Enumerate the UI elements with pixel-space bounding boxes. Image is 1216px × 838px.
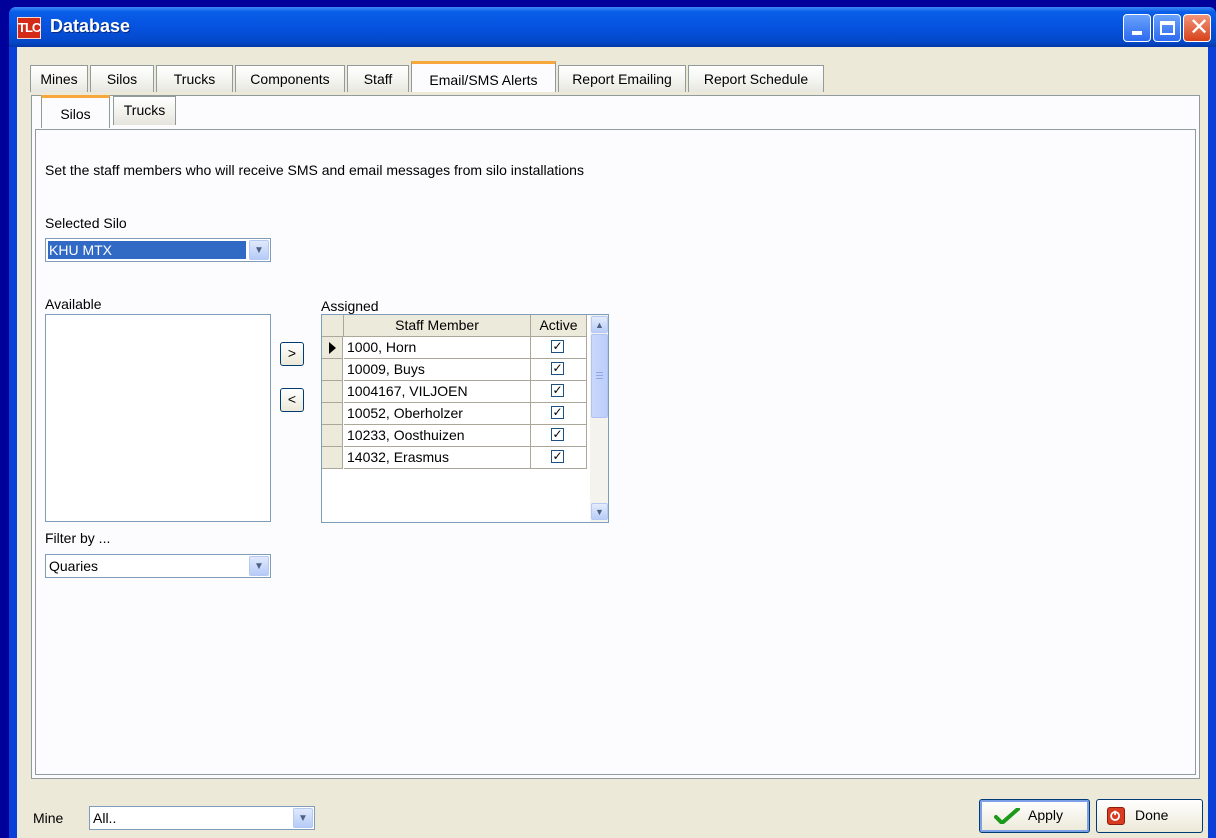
active-checkbox[interactable]: ✓ bbox=[551, 384, 564, 397]
filter-value: Quaries bbox=[49, 558, 99, 574]
tab-report-schedule[interactable]: Report Schedule bbox=[688, 65, 824, 92]
grip-line bbox=[596, 375, 603, 376]
active-checkbox[interactable]: ✓ bbox=[551, 406, 564, 419]
done-button[interactable]: Done bbox=[1096, 799, 1203, 833]
tab-silos[interactable]: Silos bbox=[90, 65, 154, 92]
filter-label: Filter by ... bbox=[45, 530, 111, 546]
app-logo-icon: TLC bbox=[17, 17, 41, 39]
active-checkbox[interactable]: ✓ bbox=[551, 340, 564, 353]
apply-button[interactable]: Apply bbox=[979, 799, 1090, 833]
staff-member-cell[interactable]: 1004167, VILJOEN bbox=[344, 381, 531, 403]
active-cell[interactable]: ✓ bbox=[531, 403, 587, 425]
title-bar[interactable]: TLC Database ✕ bbox=[9, 7, 1216, 47]
maximize-icon bbox=[1160, 21, 1175, 35]
close-button[interactable]: ✕ bbox=[1183, 14, 1211, 42]
subtab-trucks[interactable]: Trucks bbox=[113, 96, 176, 125]
apply-label: Apply bbox=[1028, 807, 1064, 823]
scroll-thumb[interactable] bbox=[591, 334, 608, 418]
chevron-down-icon[interactable]: ▼ bbox=[249, 240, 269, 260]
tab-report-emailing[interactable]: Report Emailing bbox=[558, 65, 686, 92]
mine-dropdown[interactable]: All.. ▼ bbox=[89, 806, 315, 830]
tab-mines[interactable]: Mines bbox=[30, 65, 88, 92]
minimize-button[interactable] bbox=[1123, 14, 1151, 42]
add-staff-button[interactable]: > bbox=[280, 342, 304, 366]
database-window: TLC Database ✕ Mines Silos Trucks Compon… bbox=[9, 7, 1216, 838]
row-header[interactable] bbox=[322, 359, 343, 381]
column-header-active[interactable]: Active bbox=[531, 315, 587, 337]
chevron-down-icon[interactable]: ▼ bbox=[293, 808, 313, 828]
staff-member-cell[interactable]: 10052, Oberholzer bbox=[344, 403, 531, 425]
minimize-icon bbox=[1132, 31, 1142, 35]
assigned-staff-grid[interactable]: Staff Member Active 1000, Horn ✓ 10009, … bbox=[321, 314, 609, 523]
scroll-down-icon[interactable]: ▼ bbox=[591, 503, 608, 520]
tab-email-sms-alerts[interactable]: Email/SMS Alerts bbox=[411, 61, 556, 92]
tab-staff[interactable]: Staff bbox=[347, 65, 409, 92]
row-header[interactable] bbox=[322, 447, 343, 469]
selected-silo-value: KHU MTX bbox=[47, 240, 247, 260]
active-checkbox[interactable]: ✓ bbox=[551, 362, 564, 375]
tab-trucks[interactable]: Trucks bbox=[156, 65, 233, 92]
description-text: Set the staff members who will receive S… bbox=[45, 162, 584, 178]
active-cell[interactable]: ✓ bbox=[531, 425, 587, 447]
staff-member-cell[interactable]: 1000, Horn bbox=[344, 337, 531, 359]
row-header[interactable] bbox=[322, 425, 343, 447]
grid-vertical-scrollbar[interactable]: ▲ ▼ bbox=[590, 315, 608, 522]
mine-label: Mine bbox=[33, 810, 64, 826]
filter-dropdown[interactable]: Quaries ▼ bbox=[45, 554, 271, 578]
checkmark-icon bbox=[994, 808, 1020, 824]
chevron-down-icon[interactable]: ▼ bbox=[249, 556, 269, 576]
available-staff-list[interactable] bbox=[45, 314, 271, 522]
done-label: Done bbox=[1135, 807, 1169, 823]
grid-corner-header bbox=[322, 315, 344, 337]
remove-staff-button[interactable]: < bbox=[280, 388, 304, 412]
staff-member-cell[interactable]: 10233, Oosthuizen bbox=[344, 425, 531, 447]
close-icon: ✕ bbox=[1189, 14, 1210, 41]
tab-components[interactable]: Components bbox=[235, 65, 345, 92]
done-icon bbox=[1107, 807, 1125, 825]
selected-silo-label: Selected Silo bbox=[45, 215, 127, 231]
grip-line bbox=[596, 372, 603, 373]
window-client-area: Mines Silos Trucks Components Staff Emai… bbox=[17, 47, 1208, 838]
bottom-toolbar: Mine All.. ▼ Apply Done bbox=[17, 789, 1208, 838]
row-header[interactable] bbox=[322, 381, 343, 403]
mine-value: All.. bbox=[93, 810, 117, 826]
column-header-staff-member[interactable]: Staff Member bbox=[344, 315, 531, 337]
maximize-button[interactable] bbox=[1153, 14, 1181, 42]
grip-line bbox=[596, 378, 603, 379]
row-header[interactable] bbox=[322, 403, 343, 425]
active-cell[interactable]: ✓ bbox=[531, 381, 587, 403]
active-cell[interactable]: ✓ bbox=[531, 359, 587, 381]
window-title: Database bbox=[50, 16, 131, 36]
subtab-silos[interactable]: Silos bbox=[41, 95, 110, 128]
staff-member-cell[interactable]: 14032, Erasmus bbox=[344, 447, 531, 469]
silos-alerts-panel: Set the staff members who will receive S… bbox=[35, 129, 1196, 775]
active-checkbox[interactable]: ✓ bbox=[551, 450, 564, 463]
row-header[interactable] bbox=[322, 337, 343, 359]
active-cell[interactable]: ✓ bbox=[531, 337, 587, 359]
scroll-up-icon[interactable]: ▲ bbox=[591, 316, 608, 333]
selected-silo-dropdown[interactable]: KHU MTX ▼ bbox=[45, 238, 271, 262]
current-row-pointer-icon bbox=[329, 342, 336, 354]
available-label: Available bbox=[45, 296, 102, 312]
staff-member-cell[interactable]: 10009, Buys bbox=[344, 359, 531, 381]
active-checkbox[interactable]: ✓ bbox=[551, 428, 564, 441]
assigned-label: Assigned bbox=[321, 298, 379, 314]
email-sms-alerts-panel: Silos Trucks Set the staff members who w… bbox=[31, 95, 1200, 779]
active-cell[interactable]: ✓ bbox=[531, 447, 587, 469]
